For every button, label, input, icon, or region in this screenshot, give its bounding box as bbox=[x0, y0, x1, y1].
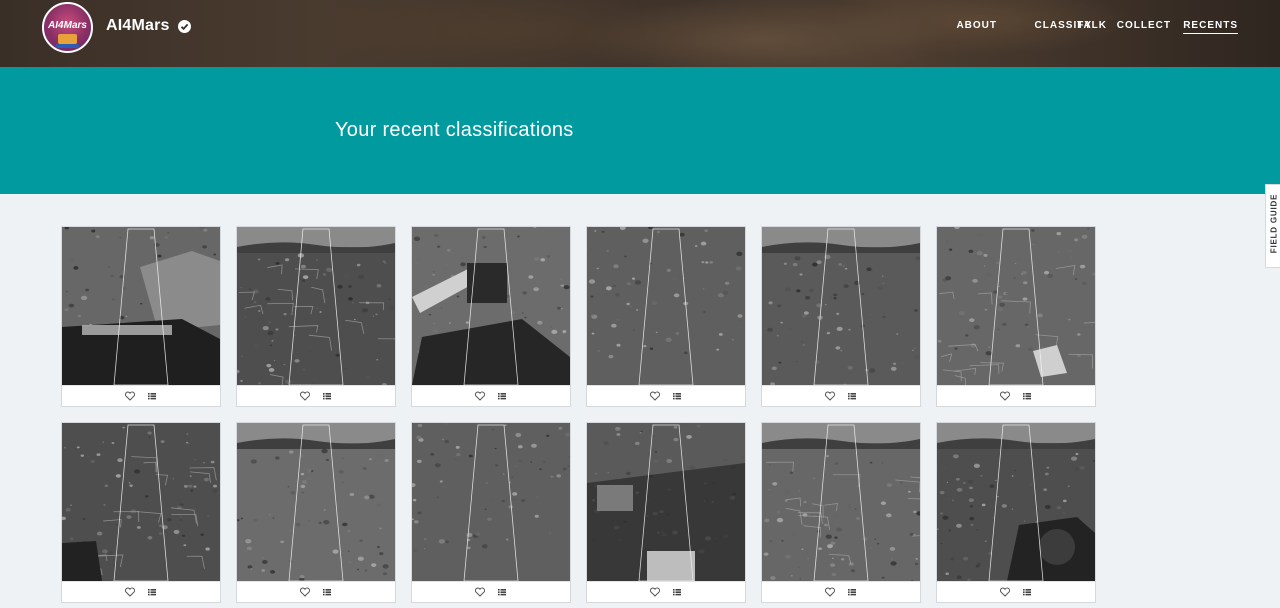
field-guide-tab[interactable]: FIELD GUIDE bbox=[1265, 184, 1280, 268]
list-icon[interactable] bbox=[146, 390, 158, 402]
nav-recents[interactable]: RECENTS bbox=[1183, 20, 1238, 34]
classification-card bbox=[236, 422, 396, 603]
classification-card bbox=[761, 422, 921, 603]
nav-talk[interactable]: TALK bbox=[1077, 20, 1107, 31]
heart-icon[interactable] bbox=[124, 586, 136, 598]
subject-thumbnail[interactable] bbox=[587, 423, 745, 581]
list-icon[interactable] bbox=[1021, 586, 1033, 598]
heart-icon[interactable] bbox=[299, 390, 311, 402]
list-icon[interactable] bbox=[321, 586, 333, 598]
classification-card bbox=[761, 226, 921, 407]
heart-icon[interactable] bbox=[824, 586, 836, 598]
card-actions bbox=[937, 581, 1095, 602]
classification-card bbox=[61, 226, 221, 407]
verified-badge-icon bbox=[178, 20, 191, 33]
page-title: Your recent classifications bbox=[335, 119, 574, 141]
subject-thumbnail[interactable] bbox=[412, 423, 570, 581]
subject-thumbnail[interactable] bbox=[237, 227, 395, 385]
classification-card bbox=[411, 226, 571, 407]
logo-text: AI4Mars bbox=[48, 20, 87, 31]
logo-wheels-graphic bbox=[56, 44, 79, 48]
heart-icon[interactable] bbox=[999, 390, 1011, 402]
list-icon[interactable] bbox=[321, 390, 333, 402]
card-actions bbox=[937, 385, 1095, 406]
card-actions bbox=[587, 385, 745, 406]
list-icon[interactable] bbox=[146, 586, 158, 598]
site-header: AI4Mars AI4Mars ABOUT CLASSIFY TALK COLL… bbox=[0, 0, 1280, 67]
list-icon[interactable] bbox=[496, 586, 508, 598]
subject-thumbnail[interactable] bbox=[762, 227, 920, 385]
logo-rover-graphic bbox=[58, 34, 77, 44]
field-guide-label: FIELD GUIDE bbox=[1269, 193, 1279, 254]
heart-icon[interactable] bbox=[649, 390, 661, 402]
classification-card bbox=[411, 422, 571, 603]
classification-card bbox=[236, 226, 396, 407]
list-icon[interactable] bbox=[846, 586, 858, 598]
nav-collect[interactable]: COLLECT bbox=[1117, 20, 1171, 31]
list-icon[interactable] bbox=[671, 586, 683, 598]
card-actions bbox=[587, 581, 745, 602]
subject-thumbnail[interactable] bbox=[62, 423, 220, 581]
heart-icon[interactable] bbox=[999, 586, 1011, 598]
card-actions bbox=[762, 385, 920, 406]
classification-card bbox=[586, 422, 746, 603]
list-icon[interactable] bbox=[846, 390, 858, 402]
subject-thumbnail[interactable] bbox=[937, 227, 1095, 385]
heart-icon[interactable] bbox=[649, 586, 661, 598]
classification-card bbox=[936, 422, 1096, 603]
project-logo[interactable]: AI4Mars bbox=[42, 2, 93, 53]
subject-thumbnail[interactable] bbox=[237, 423, 395, 581]
list-icon[interactable] bbox=[496, 390, 508, 402]
classification-card bbox=[61, 422, 221, 603]
subject-thumbnail[interactable] bbox=[587, 227, 745, 385]
card-actions bbox=[412, 581, 570, 602]
card-actions bbox=[762, 581, 920, 602]
classification-card bbox=[936, 226, 1096, 407]
card-actions bbox=[62, 581, 220, 602]
page-banner: Your recent classifications bbox=[0, 67, 1280, 194]
card-actions bbox=[237, 385, 395, 406]
heart-icon[interactable] bbox=[474, 586, 486, 598]
card-actions bbox=[237, 581, 395, 602]
card-actions bbox=[412, 385, 570, 406]
subject-thumbnail[interactable] bbox=[62, 227, 220, 385]
subject-thumbnail[interactable] bbox=[762, 423, 920, 581]
project-title[interactable]: AI4Mars bbox=[106, 17, 170, 35]
subject-thumbnail[interactable] bbox=[937, 423, 1095, 581]
heart-icon[interactable] bbox=[124, 390, 136, 402]
card-actions bbox=[62, 385, 220, 406]
heart-icon[interactable] bbox=[474, 390, 486, 402]
classification-card bbox=[586, 226, 746, 407]
list-icon[interactable] bbox=[1021, 390, 1033, 402]
subject-thumbnail[interactable] bbox=[412, 227, 570, 385]
list-icon[interactable] bbox=[671, 390, 683, 402]
heart-icon[interactable] bbox=[299, 586, 311, 598]
nav-about[interactable]: ABOUT bbox=[956, 20, 997, 31]
heart-icon[interactable] bbox=[824, 390, 836, 402]
